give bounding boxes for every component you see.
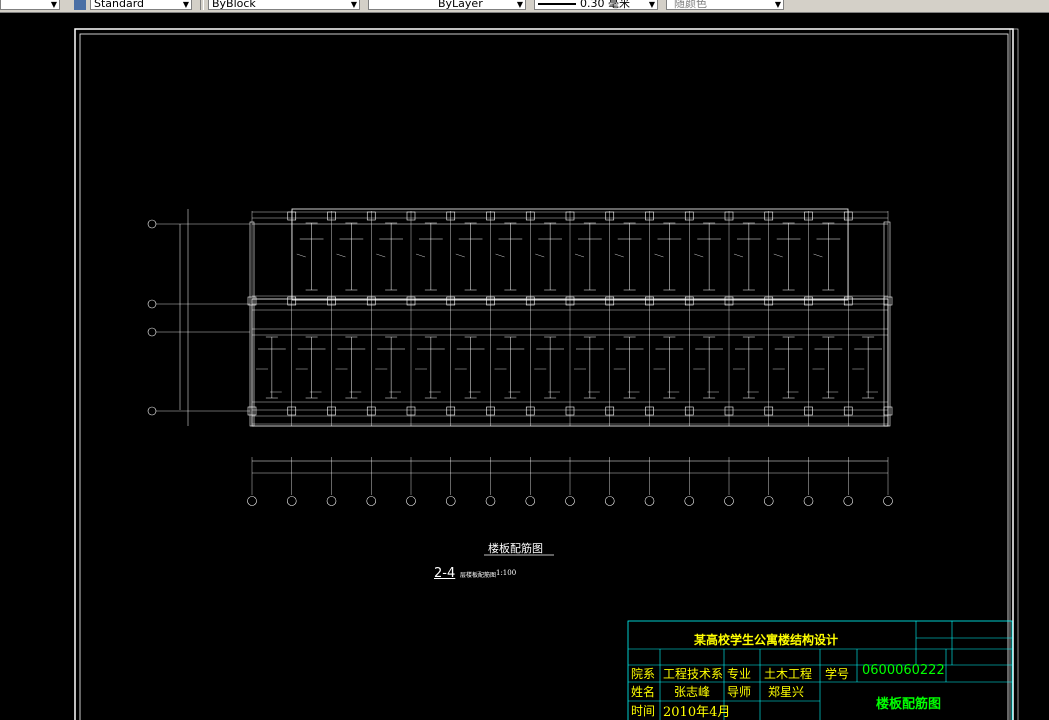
id-label: 学号 [825,667,850,681]
col-axis-bubble-8 [525,496,536,506]
major-label: 专业 [727,667,752,681]
advisor-value: 郑星兴 [768,685,805,699]
col-axis-bubble-9 [565,496,575,506]
toolbar-dropdown-left[interactable]: ▼ [0,0,60,10]
name-value: 张志峰 [674,685,711,699]
col-axis-bubble-16 [843,496,854,506]
chevron-down-icon: ▼ [774,0,781,9]
rebar-label-mark-13 [773,253,783,258]
rebar-label-mark-4 [415,253,426,258]
rebar-label-mark-1 [296,253,306,258]
linetype-dropdown[interactable]: ByLayer ▼ [368,0,526,10]
rebar-label-mark-7 [535,253,545,258]
advisor-label: 导师 [727,685,752,699]
rebar-label-mark-10 [654,253,664,258]
text-style-icon[interactable] [74,0,86,10]
color-dropdown[interactable]: ByBlock ▼ [208,0,360,10]
chevron-down-icon: ▼ [350,0,357,9]
col-axis-bubble-13 [724,496,734,506]
row-axis-bubble-D [147,406,157,416]
col-axis-bubble-17 [883,496,893,506]
lineweight-dropdown[interactable]: 0.30 毫米 ▼ [534,0,658,10]
toolbar-separator [200,0,204,10]
right-wall [883,221,891,427]
drawing-title: 楼板配筋图 [488,542,543,555]
col-axis-bubble-6 [445,496,456,506]
col-axis-bubble-15 [803,496,814,506]
rebar-label-mark-9 [614,253,624,258]
chevron-down-icon: ▼ [182,0,189,9]
drawing-border-right [1009,28,1019,720]
drawing-subtitle: 层楼板配筋图 [460,572,497,579]
col-axis-bubble-3 [326,496,337,506]
col-axis-bubble-10 [604,496,615,506]
dept-label: 院系 [631,667,656,681]
rebar-label-mark-8 [574,253,585,258]
drawing-canvas[interactable]: 楼板配筋图 2-4 层楼板配筋图 1:100 某高校学生公寓楼结构设计 院系 工… [0,13,1049,720]
col-axis-bubble-12 [684,496,695,506]
properties-toolbar: ▼ Standard ▼ ByBlock ▼ ByLayer ▼ 0.30 毫米 ▼ 随… [0,0,1049,13]
plot-style-dropdown[interactable]: 随颜色 ▼ [666,0,784,10]
col-axis-bubble-1 [247,496,257,506]
drawing-subtitle-prefix: 2-4 [434,566,456,581]
project-title: 某高校学生公寓楼结构设计 [694,633,839,647]
col-axis-bubble-4 [366,496,377,506]
date-value: 2010年4月 [663,705,731,720]
rebar-label-mark-5 [455,253,465,258]
rebar-label-mark-14 [813,253,823,258]
id-value: 0600060222 [862,663,945,678]
date-label: 时间 [631,704,656,718]
chevron-down-icon: ▼ [516,0,523,9]
rebar-label-mark-11 [694,253,704,258]
dept-value: 工程技术系 [663,667,724,681]
row-axis-bubble-C [147,327,157,337]
name-label: 姓名 [631,685,656,699]
chevron-down-icon: ▼ [50,0,57,9]
col-axis-bubble-2 [286,496,297,506]
drawing-border-inner [79,33,1009,720]
rebar-label-mark-6 [495,253,505,258]
major-value: 土木工程 [764,667,813,681]
rebar-label-mark-3 [376,253,386,258]
chevron-down-icon: ▼ [648,0,655,9]
row-axis-bubble-B [147,299,157,309]
rebar-label-mark-12 [733,253,744,258]
col-axis-bubble-7 [485,496,496,506]
lineweight-swatch [538,3,576,5]
col-axis-bubble-14 [763,496,774,506]
col-axis-bubble-5 [406,496,416,506]
col-axis-bubble-11 [644,496,655,506]
rebar-label-mark-2 [336,253,346,258]
row-axis-bubble-A [147,219,157,229]
text-style-dropdown[interactable]: Standard ▼ [90,0,192,10]
sheet-title: 楼板配筋图 [876,697,942,712]
floor-slab-plan-drawing [74,28,1019,720]
drawing-border-outer [74,28,1014,720]
drawing-scale: 1:100 [496,569,517,577]
